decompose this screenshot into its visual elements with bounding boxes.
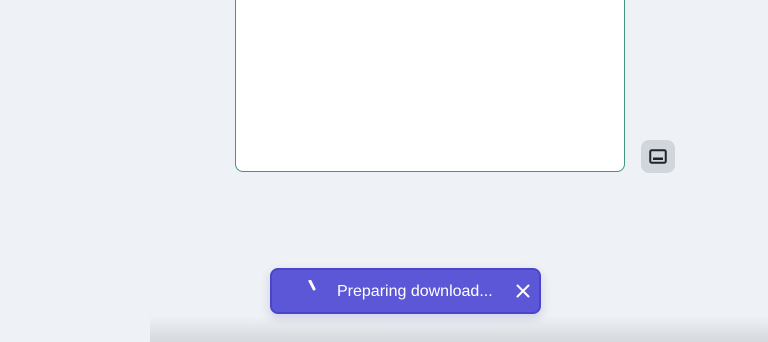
loading-spinner-icon [308, 280, 316, 291]
caption-toggle-button[interactable] [641, 140, 675, 173]
toast-message: Preparing download... [337, 283, 493, 300]
toast-close-button[interactable] [513, 281, 533, 301]
bottom-shadow [150, 316, 768, 342]
editor-panel[interactable] [235, 0, 625, 172]
subtitles-icon [649, 149, 667, 164]
close-icon [516, 284, 530, 298]
download-toast: Preparing download... [270, 268, 541, 314]
